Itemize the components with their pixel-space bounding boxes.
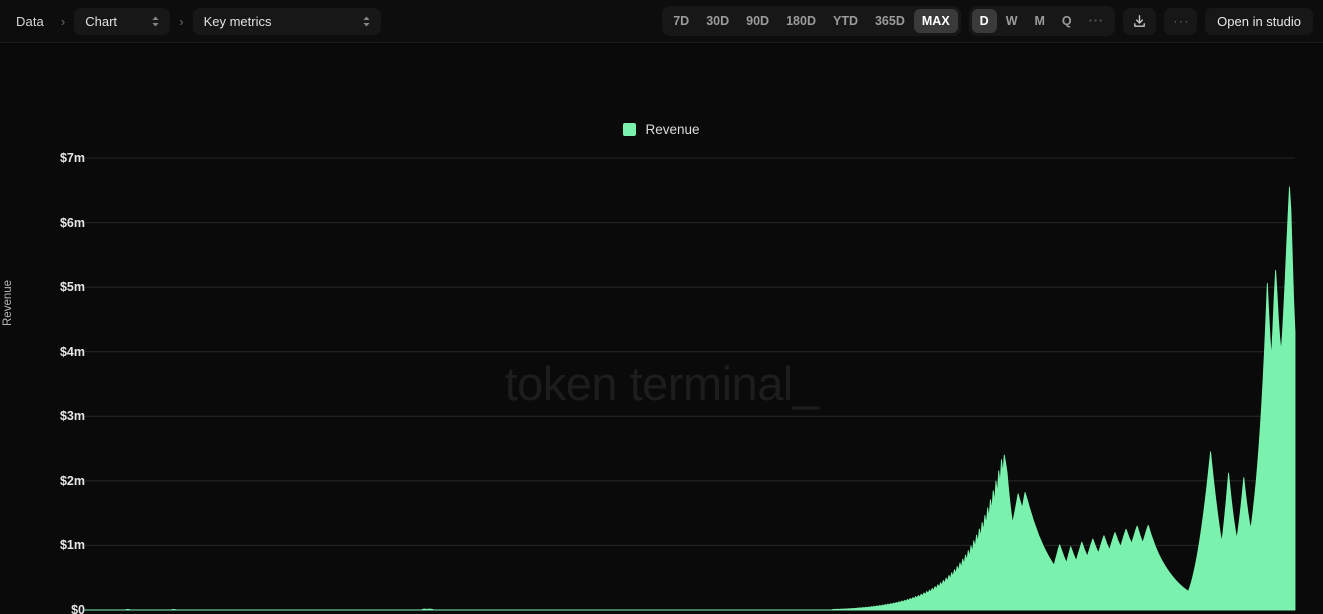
chart-type-select[interactable]: Chart [74,7,171,35]
plot-area[interactable] [0,43,1323,614]
breadcrumb-separator-1: › [60,13,66,29]
granularity-overflow[interactable]: ··· [1081,9,1113,33]
period-option-7d[interactable]: 7D [665,9,697,33]
toolbar-header: Data › Chart › Key metrics 7D 30D 90D 18… [0,0,1323,43]
period-option-90d[interactable]: 90D [738,9,777,33]
chart-toolbar: 7D 30D 90D 180D YTD 365D MAX D W M Q ··· [662,5,1313,37]
period-option-180d[interactable]: 180D [778,9,824,33]
y-axis-tick: $6m [59,215,85,230]
y-axis-tick: $2m [59,473,85,488]
y-axis-tick: $3m [59,409,85,424]
granularity-selector: D W M Q ··· [968,5,1116,37]
metric-select-value: Key metrics [203,13,272,29]
breadcrumb-separator-2: › [179,13,184,29]
breadcrumb-root-data[interactable]: Data [8,9,52,34]
chevron-up-down-icon [361,15,372,28]
y-axis-tick: $7m [59,151,85,165]
y-axis-tick: $1m [59,538,85,553]
download-button[interactable] [1123,7,1157,35]
period-option-365d[interactable]: 365D [867,9,913,33]
period-option-max[interactable]: MAX [913,8,958,34]
y-axis-tick: $4m [59,344,85,359]
more-options-button[interactable]: ··· [1164,7,1198,35]
metric-select[interactable]: Key metrics [192,7,381,35]
granularity-option-m[interactable]: M [1027,9,1053,33]
breadcrumb: Data › Chart › Key metrics [8,7,381,35]
granularity-option-w[interactable]: W [998,9,1026,33]
download-icon [1132,14,1147,29]
period-option-ytd[interactable]: YTD [825,9,866,33]
chart-page: Data › Chart › Key metrics 7D 30D 90D 18… [0,0,1323,614]
period-option-30d[interactable]: 30D [698,9,737,33]
granularity-option-q[interactable]: Q [1054,9,1080,33]
y-axis-tick: $5m [59,280,85,295]
period-selector: 7D 30D 90D 180D YTD 365D MAX [662,5,961,37]
chart-container: Revenue Revenue token terminal_ $0 $1m $2m… [0,43,1323,614]
chevron-up-down-icon [150,15,161,28]
open-in-studio-button[interactable]: Open in studio [1205,7,1313,35]
chart-type-select-value: Chart [85,13,118,29]
granularity-option-d[interactable]: D [971,8,997,34]
y-axis-tick: $0 [71,603,85,614]
